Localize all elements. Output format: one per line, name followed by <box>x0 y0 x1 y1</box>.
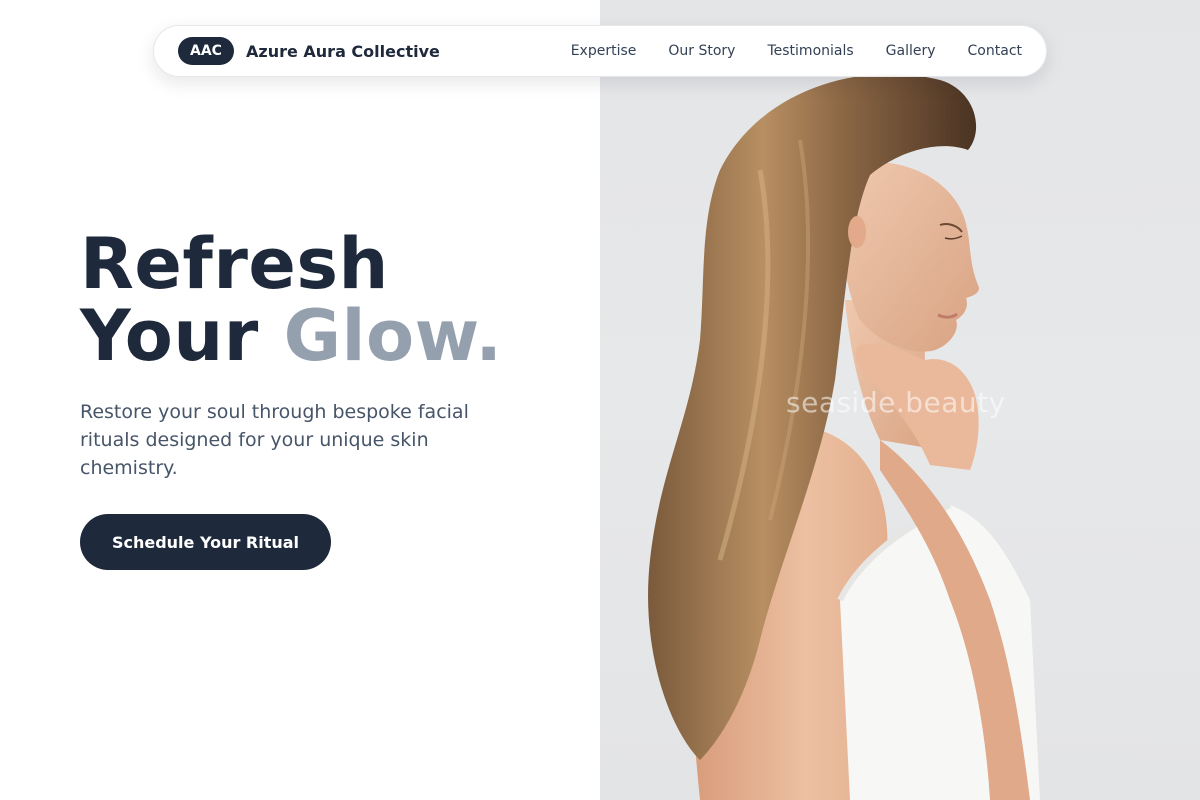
hero-title-line-2a: Your <box>80 295 284 377</box>
nav-link-our-story[interactable]: Our Story <box>668 43 735 59</box>
photo-watermark: seaside.beauty <box>786 386 1006 419</box>
hero-title-accent: Glow. <box>283 295 503 377</box>
nav-links: Expertise Our Story Testimonials Gallery… <box>571 43 1022 59</box>
hero-title: Refresh Your Glow. <box>80 228 502 372</box>
hero-title-line-1: Refresh <box>80 223 389 305</box>
nav-link-testimonials[interactable]: Testimonials <box>767 43 853 59</box>
nav-link-contact[interactable]: Contact <box>968 43 1022 59</box>
hero-subtitle: Restore your soul through bespoke facial… <box>80 401 469 479</box>
nav-link-gallery[interactable]: Gallery <box>886 43 936 59</box>
nav-link-expertise[interactable]: Expertise <box>571 43 637 59</box>
top-navbar: AAC Azure Aura Collective Expertise Our … <box>153 25 1047 77</box>
brand-logo-badge[interactable]: AAC <box>178 37 234 65</box>
brand-name[interactable]: Azure Aura Collective <box>246 42 440 61</box>
schedule-ritual-button[interactable]: Schedule Your Ritual <box>80 514 331 570</box>
